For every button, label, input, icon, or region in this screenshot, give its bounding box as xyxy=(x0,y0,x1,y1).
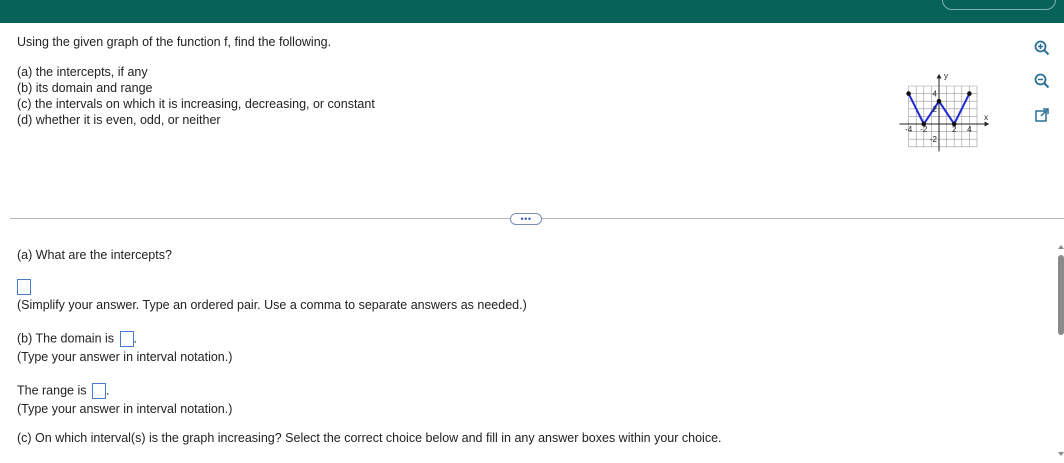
domain-hint: (Type your answer in interval notation.) xyxy=(17,350,233,364)
question-part-a: (a) the intercepts, if any xyxy=(17,65,148,79)
question-part-c: (c) the intervals on which it is increas… xyxy=(17,97,375,111)
x-tick-label: 2 xyxy=(952,125,957,134)
part-a-question: (a) What are the intercepts? xyxy=(17,248,172,262)
part-a-hint: (Simplify your answer. Type an ordered p… xyxy=(17,298,527,312)
function-graph: -4 -2 2 4 4 2 -2 x y xyxy=(899,71,990,152)
x-tick-label: 4 xyxy=(967,125,972,134)
pop-out-icon[interactable] xyxy=(1031,104,1053,126)
top-bar xyxy=(0,0,1064,23)
top-bar-tab[interactable] xyxy=(942,0,1056,10)
question-part-b: (b) its domain and range xyxy=(17,81,153,95)
question-intro: Using the given graph of the function f,… xyxy=(17,35,332,49)
domain-answer-box[interactable] xyxy=(119,331,134,347)
zoom-out-icon[interactable] xyxy=(1031,70,1053,92)
function-point xyxy=(936,98,942,104)
range-row: The range is . xyxy=(17,383,109,399)
y-tick-label: 2 xyxy=(933,105,938,114)
scroll-down-arrow[interactable] xyxy=(1058,452,1064,456)
question-parts-list: (a) the intercepts, if any (b) its domai… xyxy=(17,64,375,128)
part-c-question: (c) On which interval(s) is the graph in… xyxy=(17,431,722,445)
y-tick-label: 4 xyxy=(933,90,938,99)
function-point xyxy=(967,91,972,96)
domain-period: . xyxy=(133,331,138,346)
more-button[interactable]: ••• xyxy=(510,213,542,225)
graph-grid xyxy=(908,85,978,148)
question-part-d: (d) whether it is even, odd, or neither xyxy=(17,113,221,127)
range-answer-box[interactable] xyxy=(91,383,106,399)
function-point xyxy=(906,91,911,96)
zoom-in-icon[interactable] xyxy=(1031,37,1053,59)
domain-label: (b) The domain is xyxy=(17,331,115,346)
scroll-up-arrow[interactable] xyxy=(1058,245,1064,249)
range-period: . xyxy=(105,383,110,398)
y-axis-label: y xyxy=(944,71,948,80)
y-axis-arrow xyxy=(936,73,942,79)
range-label: The range is xyxy=(17,383,87,398)
x-tick-label: -2 xyxy=(920,125,928,134)
x-axis-arrow xyxy=(984,121,990,127)
y-tick-label: -2 xyxy=(930,135,938,144)
graph-axes xyxy=(899,73,990,152)
domain-row: (b) The domain is . xyxy=(17,331,137,347)
x-tick-label: -4 xyxy=(905,125,913,134)
x-axis-label: x xyxy=(984,113,988,122)
intercepts-answer-box[interactable] xyxy=(17,279,31,295)
range-hint: (Type your answer in interval notation.) xyxy=(17,402,233,416)
scrollbar-thumb[interactable] xyxy=(1058,255,1064,335)
